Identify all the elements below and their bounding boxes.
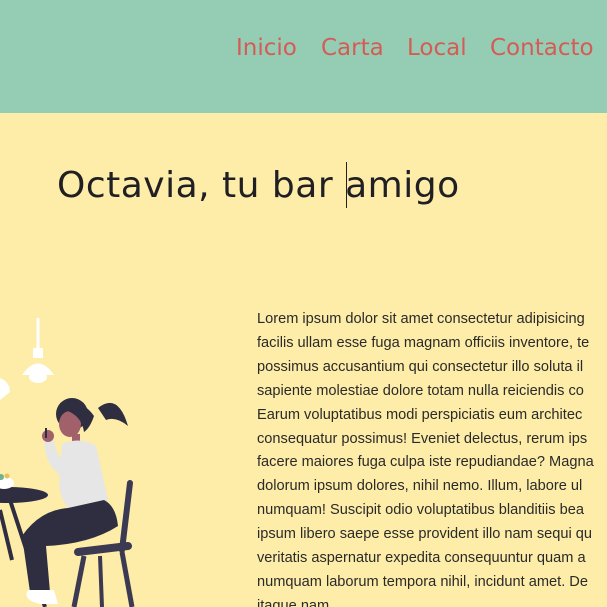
- paragraph-line: Lorem ipsum dolor sit amet consectetur a…: [257, 311, 585, 327]
- paragraph-line: sapiente molestiae dolore totam nulla re…: [257, 382, 584, 399]
- text-cursor: [346, 162, 347, 208]
- cafe-illustration: [0, 300, 160, 607]
- paragraph-line: numquam laborum tempora nihil, incidunt …: [257, 573, 588, 590]
- site-header: Inicio Carta Local Contacto: [0, 0, 607, 113]
- paragraph-line: Earum voluptatibus modi perspiciatis eum…: [257, 406, 583, 423]
- nav-link-local[interactable]: Local: [407, 30, 467, 66]
- paragraph-line: consequatur possimus! Eveniet delectus, …: [257, 430, 588, 447]
- nav-link-inicio[interactable]: Inicio: [236, 30, 297, 66]
- intro-paragraph: Lorem ipsum dolor sit amet consectetur a…: [257, 308, 607, 607]
- nav-link-carta[interactable]: Carta: [321, 30, 384, 66]
- paragraph-line: numquam! Suscipit odio voluptatibus blan…: [257, 502, 584, 519]
- paragraph-line: facilis ullam esse fuga magnam officiis …: [257, 334, 590, 351]
- nav-link-contacto[interactable]: Contacto: [490, 30, 594, 66]
- hanging-lamp-icon: [22, 318, 54, 383]
- paragraph-line: facere maiores fuga culpa iste repudiand…: [257, 454, 594, 471]
- main-nav: Inicio Carta Local Contacto: [0, 30, 607, 70]
- woman-figure-icon: [22, 398, 128, 604]
- page-title: Octavia, tu bar amigo: [57, 165, 460, 206]
- paragraph-line: possimus accusantium qui consectetur ill…: [257, 358, 584, 375]
- paragraph-line: veritatis aspernatur expedita consequunt…: [257, 550, 586, 567]
- paragraph-line: dolorum ipsum dolores, nihil nemo. Illum…: [257, 478, 583, 495]
- paragraph-line: itaque nam: [257, 597, 330, 607]
- paragraph-line: ipsum libero saepe esse provident illo n…: [257, 526, 593, 543]
